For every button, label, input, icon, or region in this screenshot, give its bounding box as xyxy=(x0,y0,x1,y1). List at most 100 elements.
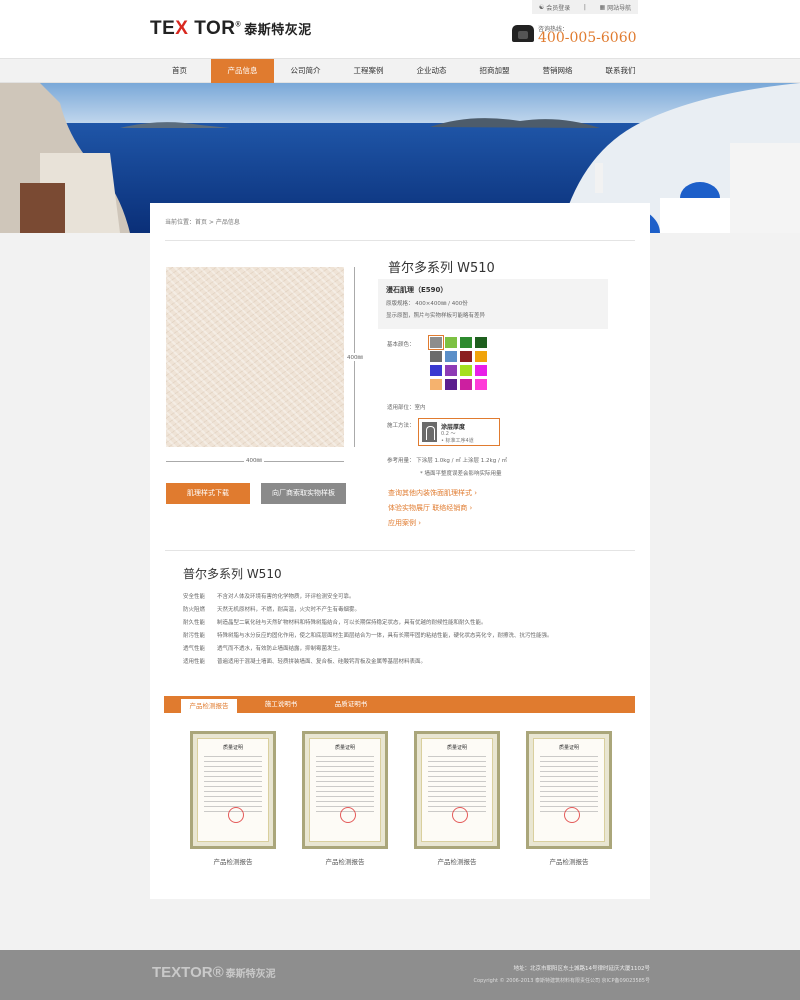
site-header: TEX TOR® 泰斯特灰泥 ☯ 会员登录 | ▦ 网站导航 咨询热线： 400-00… xyxy=(0,0,800,58)
top-links: ☯ 会员登录 | ▦ 网站导航 xyxy=(532,0,638,14)
color-swatch[interactable] xyxy=(460,337,472,348)
dimension-label-horizontal: 400㎜ xyxy=(244,456,264,464)
nav-products[interactable]: 产品信息 xyxy=(211,59,274,83)
document-tabs: 产品检测报告 施工说明书 品质证明书 xyxy=(164,696,635,713)
description-value: 制造晶型二氧化硅与天然矿物材料和特殊树脂结合，可以长期保持稳定状态，具有优越的耐… xyxy=(217,620,487,626)
footer-logo-text: TEXTOR® xyxy=(152,964,224,981)
footer-copyright: Copyright © 2006-2013 泰斯特建筑材料有限责任公司 京ICP… xyxy=(473,978,650,984)
color-swatch[interactable] xyxy=(475,365,487,376)
showroom-dealer-link[interactable]: 体验实物展厅 联络经销商 › xyxy=(388,503,472,513)
spec-note: 显示原图，照片与实物样板可能略有差异 xyxy=(386,313,486,319)
certificate-thumbnail[interactable]: 质量证明 xyxy=(526,731,612,849)
nav-news[interactable]: 企业动态 xyxy=(400,59,463,83)
divider xyxy=(165,550,635,551)
other-textures-link[interactable]: 查询其他内装饰面肌理样式 › xyxy=(388,488,477,498)
color-swatch[interactable] xyxy=(460,351,472,362)
color-swatch[interactable] xyxy=(445,351,457,362)
spec-name: 漫石肌理（E590） xyxy=(386,286,448,294)
request-sample-button[interactable]: 向厂商索取实物样板 xyxy=(261,483,346,504)
seal-icon xyxy=(340,807,356,823)
certificate-thumbnail[interactable]: 质量证明 xyxy=(190,731,276,849)
telephone-icon xyxy=(512,25,534,42)
nav-network[interactable]: 营销网络 xyxy=(526,59,589,83)
site-logo[interactable]: TEX TOR® 泰斯特灰泥 xyxy=(150,18,312,40)
product-detail-panel: 当前位置：首页 > 产品信息 400㎜ 400㎜ 肌理样式下载 向厂商索取实物样… xyxy=(150,203,650,899)
method-label: 施工方法： xyxy=(387,423,415,429)
color-swatch[interactable] xyxy=(445,379,457,390)
color-label: 基本颜色： xyxy=(387,342,415,348)
coating-layer-icon xyxy=(422,422,437,442)
breadcrumb: 当前位置：首页 > 产品信息 xyxy=(165,219,240,226)
description-row: 透气性能 透气而不透水，有效防止墙面结露，抑制霉菌发生。 xyxy=(183,644,344,652)
description-key: 透气性能 xyxy=(183,646,206,652)
description-key: 适用性能 xyxy=(183,659,206,665)
description-row: 安全性能 不含对人体及环境有害的化学物质，环评检测安全可靠。 xyxy=(183,592,355,600)
main-nav: 首页 产品信息 公司简介 工程案例 企业动态 招商加盟 营销网络 联系我们 xyxy=(0,58,800,83)
certificate-thumbnail[interactable]: 质量证明 xyxy=(302,731,388,849)
certificate-heading: 质量证明 xyxy=(446,745,467,751)
certificate-label[interactable]: 产品检测报告 xyxy=(526,856,612,866)
product-title: 普尔多系列 W510 xyxy=(388,261,495,276)
certificate-label[interactable]: 产品检测报告 xyxy=(414,856,500,866)
usage-note: * 墙面平整度误差会影响实际用量 xyxy=(420,471,502,477)
color-swatch[interactable] xyxy=(428,335,444,350)
description-key: 防火阻燃 xyxy=(183,607,206,613)
divider: | xyxy=(583,3,586,11)
description-value: 普遍适用于混凝土墙面、轻质拼装墙面、复合板、硅酸钙背板及金属等基层材料表面。 xyxy=(217,659,427,665)
description-row: 耐污性能 特殊树脂与水分反应的固化作用，使之和底层面材生面层结合为一体，具有长期牢… xyxy=(183,631,553,639)
member-login-link[interactable]: ☯ 会员登录 xyxy=(539,3,570,12)
color-swatch-grid xyxy=(428,335,490,390)
description-value: 不含对人体及环境有害的化学物质，环评检测安全可靠。 xyxy=(217,594,355,600)
logo-tor: TOR xyxy=(194,18,236,39)
nav-home[interactable]: 首页 xyxy=(148,59,211,83)
nav-cases[interactable]: 工程案例 xyxy=(337,59,400,83)
user-icon: ☯ xyxy=(538,3,545,11)
logo-te: TE xyxy=(150,18,176,39)
certificate-label[interactable]: 产品检测报告 xyxy=(190,856,276,866)
product-texture-image[interactable] xyxy=(166,267,344,447)
logo-x: X xyxy=(175,18,189,39)
description-value: 特殊树脂与水分反应的固化作用，使之和底层面材生面层结合为一体，具有长期牢固的粘结… xyxy=(217,633,553,639)
tab-quality-certificate[interactable]: 品质证明书 xyxy=(322,696,380,713)
hotline-number: 400-005-6060 xyxy=(538,30,637,46)
description-row: 耐久性能 制造晶型二氧化硅与天然矿物材料和特殊树脂结合，可以长期保持稳定状态，具有… xyxy=(183,618,487,626)
description-key: 安全性能 xyxy=(183,594,206,600)
sitemap-icon: ▦ xyxy=(599,3,606,11)
logo-cn: 泰斯特灰泥 xyxy=(244,23,312,38)
certificate-label[interactable]: 产品检测报告 xyxy=(302,856,388,866)
certificate-thumbnail[interactable]: 质量证明 xyxy=(414,731,500,849)
color-swatch[interactable] xyxy=(430,365,442,376)
divider xyxy=(165,240,635,241)
description-key: 耐污性能 xyxy=(183,633,206,639)
color-swatch[interactable] xyxy=(460,379,472,390)
site-nav-label: 网站导航 xyxy=(607,4,632,12)
tab-test-report[interactable]: 产品检测报告 xyxy=(180,698,238,713)
logo-reg: ® xyxy=(235,21,242,29)
application-cases-link[interactable]: 应用案例 › xyxy=(388,518,421,528)
color-swatch[interactable] xyxy=(445,337,457,348)
color-swatch[interactable] xyxy=(445,365,457,376)
nav-about[interactable]: 公司简介 xyxy=(274,59,337,83)
tab-construction-manual[interactable]: 施工说明书 xyxy=(252,696,310,713)
method-steps: • 标准工序4道 xyxy=(441,438,474,444)
color-swatch[interactable] xyxy=(460,365,472,376)
color-swatch[interactable] xyxy=(475,337,487,348)
description-row: 适用性能 普遍适用于混凝土墙面、轻质拼装墙面、复合板、硅酸钙背板及金属等基层材料表… xyxy=(183,657,426,665)
coating-thickness-box: 涂层厚度 0.2 ～ • 标准工序4道 xyxy=(418,418,500,446)
texture-download-button[interactable]: 肌理样式下载 xyxy=(166,483,250,504)
footer-logo-cn: 泰斯特灰泥 xyxy=(225,969,276,980)
spec-size: 原版规格： 400×400㎜ / 400份 xyxy=(386,301,468,307)
nav-franchise[interactable]: 招商加盟 xyxy=(463,59,526,83)
certificate-heading: 质量证明 xyxy=(558,745,579,751)
seal-icon xyxy=(452,807,468,823)
dimension-label-vertical: 400㎜ xyxy=(347,353,363,361)
color-swatch[interactable] xyxy=(475,379,487,390)
spec-box: 漫石肌理（E590） 原版规格： 400×400㎜ / 400份 显示原图，照片… xyxy=(378,279,608,329)
color-swatch[interactable] xyxy=(475,351,487,362)
nav-contact[interactable]: 联系我们 xyxy=(589,59,652,83)
description-key: 耐久性能 xyxy=(183,620,206,626)
color-swatch[interactable] xyxy=(430,351,442,362)
site-footer: TEXTOR® 泰斯特灰泥 地址：北京市朝阳区东土城路14号律时延庆大厦1102号… xyxy=(0,950,800,1000)
site-nav-link[interactable]: ▦ 网站导航 xyxy=(600,3,632,12)
color-swatch[interactable] xyxy=(430,379,442,390)
